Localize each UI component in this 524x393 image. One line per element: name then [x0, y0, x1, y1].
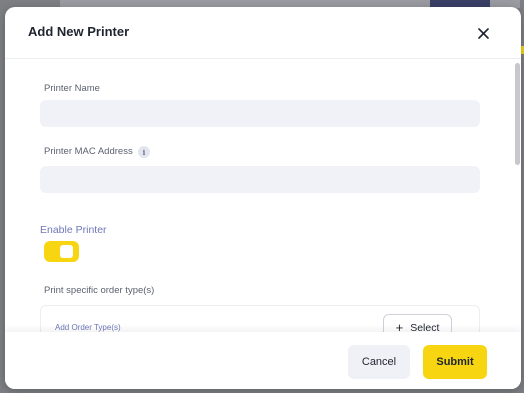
add-printer-dialog: Add New Printer Printer Name Printer MAC…	[5, 7, 521, 389]
select-order-types-button[interactable]: + Select	[383, 314, 452, 332]
dialog-header: Add New Printer	[5, 7, 521, 59]
printer-mac-label: Printer MAC Address	[44, 146, 133, 157]
info-icon[interactable]: i	[138, 146, 150, 158]
scrollbar-thumb[interactable]	[515, 63, 520, 165]
enable-printer-label: Enable Printer	[40, 224, 107, 236]
enable-printer-toggle[interactable]	[44, 241, 79, 262]
close-icon	[477, 27, 489, 39]
select-button-label: Select	[410, 321, 440, 333]
printer-mac-input[interactable]	[40, 166, 480, 193]
order-types-label: Print specific order type(s)	[44, 285, 155, 296]
dialog-body: Printer Name Printer MAC Address i Enabl…	[5, 59, 521, 332]
dialog-footer: Cancel Submit	[5, 332, 521, 389]
close-button[interactable]	[473, 23, 493, 43]
cancel-button[interactable]: Cancel	[348, 345, 410, 379]
order-types-placeholder: Add Order Type(s)	[55, 323, 121, 332]
printer-name-input[interactable]	[40, 100, 480, 127]
plus-icon: +	[395, 320, 404, 332]
toggle-knob	[60, 245, 73, 258]
dialog-title: Add New Printer	[28, 24, 130, 39]
submit-button[interactable]: Submit	[423, 345, 487, 379]
printer-name-label: Printer Name	[44, 83, 100, 94]
